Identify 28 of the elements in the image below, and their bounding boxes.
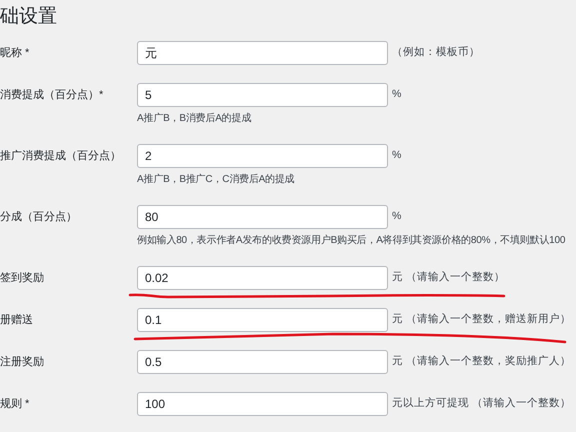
field-suffix: % — [392, 209, 402, 224]
field-suffix: 元 （请输入一个整数，奖励推广人） — [392, 354, 571, 370]
field-label: 注册奖励 — [0, 354, 44, 370]
input-field[interactable]: 0.5 — [137, 350, 388, 374]
field-suffix: 元 （请输入一个整数，赠送新用户） — [392, 312, 571, 328]
input-field[interactable]: 100 — [137, 392, 388, 416]
field-suffix: （例如：模板币） — [392, 45, 480, 60]
field-hint: A推广B，B消费后A的提成 — [137, 112, 252, 126]
input-field[interactable]: 80 — [137, 205, 388, 229]
input-field[interactable]: 5 — [137, 83, 388, 107]
field-suffix: 元 （请输入一个整数） — [392, 270, 505, 286]
section-title: 础设置 — [0, 5, 57, 29]
field-label: 推广消费提成（百分点） — [0, 148, 121, 164]
field-label: 昵称 * — [0, 46, 30, 61]
input-field[interactable]: 0.1 — [137, 308, 388, 332]
field-suffix: % — [392, 148, 402, 164]
field-label: 分成（百分点） — [0, 210, 77, 225]
field-label: 册赠送 — [0, 312, 33, 328]
field-suffix: 元以上方可提现 （请输入一个整数） — [392, 396, 571, 412]
field-label: 规则 * — [0, 396, 30, 412]
field-hint: A推广B，B推广C，C消费后A的提成 — [137, 172, 295, 187]
input-field[interactable]: 2 — [137, 144, 388, 168]
input-field[interactable]: 0.02 — [137, 266, 388, 290]
field-suffix: % — [392, 87, 402, 102]
field-label: 消费提成（百分点）* — [0, 88, 104, 103]
input-field[interactable]: 元 — [137, 41, 388, 65]
field-label: 签到奖励 — [0, 270, 44, 286]
field-hint: 例如输入80，表示作者A发布的收费资源用户B购买后，A将得到其资源价格的80%，不填则默认100 — [137, 234, 566, 248]
